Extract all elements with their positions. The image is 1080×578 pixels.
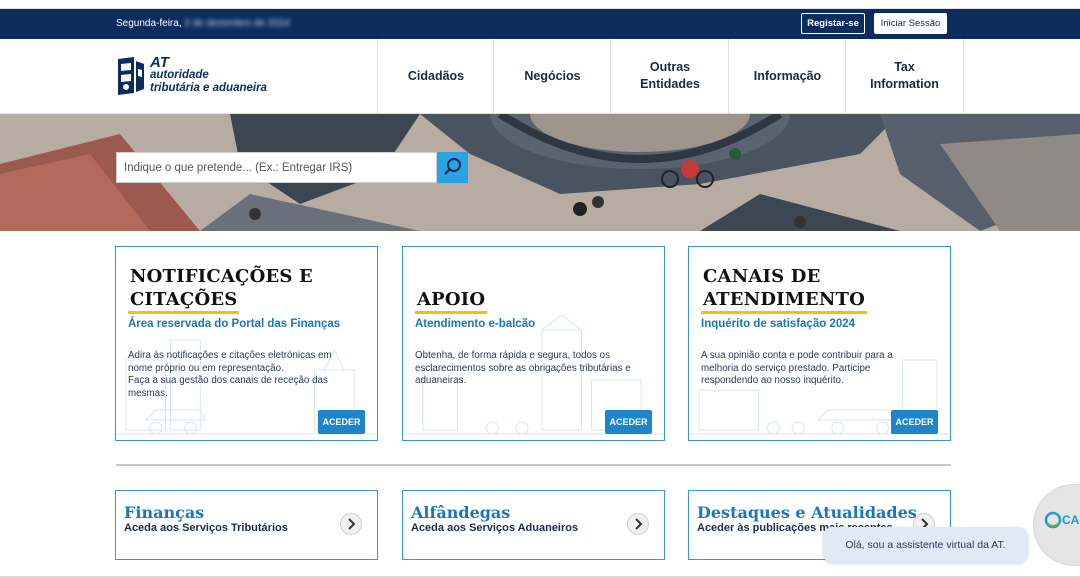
service-financas[interactable]: Finanças Aceda aos Serviços Tributários (115, 490, 378, 560)
card-subtitle[interactable]: Área reservada do Portal das Finanças (128, 318, 340, 330)
chat-icon (1044, 511, 1062, 529)
current-date: Segunda-feira, 2 de dezembro de 2024 (116, 18, 290, 29)
card-description: Obtenha, de forma rápida e segura, todos… (415, 350, 643, 388)
top-bar: Segunda-feira, 2 de dezembro de 2024 Reg… (0, 9, 1080, 39)
chevron-right-icon[interactable] (627, 513, 649, 535)
at-emblem-icon (118, 57, 144, 95)
card-title-line1: NOTIFICAÇÕES E (130, 266, 313, 287)
nav-tax-information[interactable]: Tax Information (845, 39, 964, 113)
card-title-line1: CANAIS DE (703, 266, 821, 287)
login-button[interactable]: Iniciar Sessão (874, 13, 947, 34)
card-canais-atendimento: CANAIS DE ATENDIMENTO Inquérito de satis… (688, 246, 951, 441)
search-button[interactable] (437, 152, 468, 183)
service-subtitle: Aceda aos Serviços Aduaneiros (411, 522, 579, 534)
card-desc-2: Faça a sua gestão dos canais de receção … (128, 375, 328, 399)
nav-label-1: Negócios (524, 68, 581, 83)
nav-label-1: Outras (649, 60, 691, 74)
main-header: AT autoridade tributária e aduaneira Cid… (0, 39, 1080, 114)
card-title-line2: APOIO (415, 288, 488, 314)
at-logo[interactable]: AT autoridade tributária e aduaneira (116, 55, 286, 99)
card-subtitle[interactable]: Inquérito de satisfação 2024 (701, 318, 855, 330)
card-desc-1: Obtenha, de forma rápida e segura, todos… (415, 350, 631, 386)
card-description: A sua opinião conta e pode contribuir pa… (701, 350, 929, 388)
service-subtitle: Aceda aos Serviços Tributários (124, 522, 288, 534)
nav-informacao[interactable]: Informação (728, 39, 846, 113)
card-desc-1: A sua opinião conta e pode contribuir pa… (701, 350, 893, 386)
service-title: Finanças (124, 503, 205, 522)
logo-line-1: autoridade (150, 69, 209, 81)
card-description: Adira às notificações e citações eletrón… (128, 350, 356, 400)
card-title: NOTIFICAÇÕES E CITAÇÕES (128, 265, 315, 314)
hero-banner: Indique o que pretende... (Ex.: Entregar… (0, 114, 1080, 231)
card-title-line2: CITAÇÕES (128, 288, 240, 314)
date-rest: 2 de dezembro de 2024 (184, 18, 291, 29)
nav-label-1: Tax (894, 60, 915, 74)
card-subtitle[interactable]: Atendimento e-balcão (415, 318, 535, 330)
virtual-assistant-button[interactable]: CA (1033, 484, 1080, 566)
assistant-message[interactable]: Olá, sou a assistente virtual da AT. (823, 527, 1028, 563)
card-title: CANAIS DE ATENDIMENTO (701, 265, 867, 314)
card-desc-1: Adira às notificações e citações eletrón… (128, 350, 332, 374)
nav-negocios[interactable]: Negócios (493, 39, 611, 113)
card-title-line2: ATENDIMENTO (701, 288, 867, 314)
card-apoio: APOIO Atendimento e-balcão Obtenha, de f… (402, 246, 665, 441)
logo-line-2: tributária e aduaneira (150, 82, 267, 94)
nav-outras-entidades[interactable]: Outras Entidades (610, 39, 729, 113)
aceder-button[interactable]: ACEDER (605, 410, 652, 434)
logo-abbr: AT (150, 54, 169, 71)
browser-top-strip (0, 0, 1080, 9)
service-title: Destaques e Atualidades (697, 503, 917, 522)
search-placeholder: Indique o que pretende... (Ex.: Entregar… (124, 162, 353, 174)
search-input[interactable]: Indique o que pretende... (Ex.: Entregar… (116, 152, 437, 183)
search-icon (444, 158, 461, 175)
date-weekday: Segunda-feira, (116, 18, 182, 29)
assistant-label: CA (1062, 513, 1080, 527)
register-button[interactable]: Registar-se (801, 13, 865, 34)
card-notificacoes: NOTIFICAÇÕES E CITAÇÕES Área reservada d… (115, 246, 378, 441)
chevron-right-icon[interactable] (340, 513, 362, 535)
nav-label-1: Informação (753, 68, 822, 83)
nav-label-1: Cidadãos (407, 68, 465, 83)
aceder-button[interactable]: ACEDER (318, 410, 365, 434)
card-title: APOIO (415, 288, 488, 314)
section-divider (116, 464, 951, 466)
nav-label-2: Information (870, 77, 939, 91)
service-alfandegas[interactable]: Alfândegas Aceda aos Serviços Aduaneiros (402, 490, 665, 560)
service-title: Alfândegas (411, 503, 511, 522)
aceder-button[interactable]: ACEDER (891, 410, 938, 434)
nav-label-2: Entidades (640, 77, 700, 91)
nav-cidadaos[interactable]: Cidadãos (377, 39, 494, 113)
